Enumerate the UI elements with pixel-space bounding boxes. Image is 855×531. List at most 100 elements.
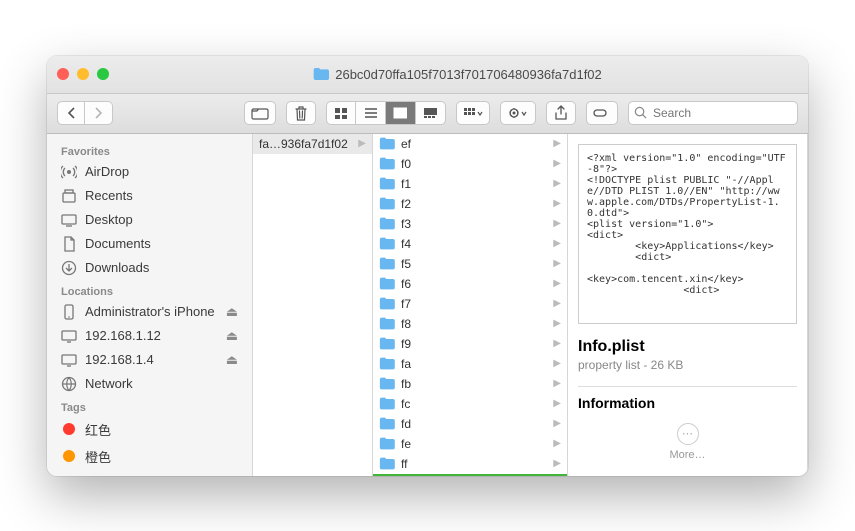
list-item[interactable]: fa ▶ — [373, 354, 567, 374]
more-block[interactable]: ⋯ More… — [578, 423, 797, 461]
list-item[interactable]: ef▶ — [373, 134, 567, 154]
sidebar-item[interactable]: Desktop — [47, 208, 252, 232]
phone-icon — [61, 304, 77, 320]
chevron-right-icon: ▶ — [553, 178, 561, 189]
view-column-button[interactable] — [386, 101, 416, 125]
list-item[interactable]: f1▶ — [373, 174, 567, 194]
chevron-right-icon: ▶ — [553, 278, 561, 289]
downloads-icon — [61, 260, 77, 276]
nav-group — [57, 101, 113, 125]
item-label: f5 — [401, 257, 411, 271]
list-item[interactable]: f5 ▶ — [373, 254, 567, 274]
sidebar-item[interactable]: Recents — [47, 184, 252, 208]
zoom-button[interactable] — [97, 68, 109, 80]
sidebar-item[interactable]: Documents — [47, 232, 252, 256]
eject-icon[interactable]: ⏏ — [226, 304, 238, 320]
desktop-icon — [61, 212, 77, 228]
item-label: f3 — [401, 217, 411, 231]
eject-icon[interactable]: ⏏ — [226, 328, 238, 344]
chevron-right-icon: ▶ — [553, 338, 561, 349]
chevron-right-icon: ▶ — [553, 398, 561, 409]
sidebar-item[interactable]: Network — [47, 372, 252, 396]
sidebar-item-label: Recents — [85, 188, 133, 203]
folder-icon — [379, 197, 395, 210]
folder-icon — [379, 257, 395, 270]
finder-window: 26bc0d70ffa105f7013f701706480936fa7d1f02… — [47, 56, 808, 476]
eject-icon[interactable]: ⏏ — [226, 352, 238, 368]
list-item[interactable]: f3 ▶ — [373, 214, 567, 234]
chevron-right-icon: ▶ — [553, 358, 561, 369]
list-item[interactable]: f6 ▶ — [373, 274, 567, 294]
display-icon — [61, 352, 77, 368]
chevron-right-icon: ▶ — [553, 258, 561, 269]
item-label: f6 — [401, 277, 411, 291]
sidebar-item-label: Documents — [85, 236, 151, 251]
list-item[interactable]: f8▶ — [373, 314, 567, 334]
more-icon: ⋯ — [677, 423, 699, 445]
item-label: fd — [401, 417, 411, 431]
list-item[interactable]: fd▶ — [373, 414, 567, 434]
sidebar-item[interactable]: 红色 — [47, 416, 252, 443]
folder-icon — [379, 437, 395, 450]
minimize-button[interactable] — [77, 68, 89, 80]
close-button[interactable] — [57, 68, 69, 80]
trash-button[interactable] — [286, 101, 316, 125]
folder-icon — [379, 237, 395, 250]
body: FavoritesAirDropRecentsDesktopDocumentsD… — [47, 134, 808, 476]
list-item[interactable]: fe▶ — [373, 434, 567, 454]
forward-button[interactable] — [85, 101, 113, 125]
column-1: fa…936fa7d1f02 ▶ — [253, 134, 373, 476]
folder-icon — [379, 417, 395, 430]
sidebar-item[interactable]: 橙色 — [47, 443, 252, 470]
search-input[interactable] — [628, 101, 798, 125]
list-item[interactable]: fc ▶ — [373, 394, 567, 414]
chevron-right-icon: ▶ — [553, 298, 561, 309]
preview-subtitle: property list - 26 KB — [578, 358, 797, 372]
sidebar-item[interactable]: Administrator's iPhone⏏ — [47, 300, 252, 324]
chevron-right-icon: ▶ — [553, 198, 561, 209]
window-title-text: 26bc0d70ffa105f7013f701706480936fa7d1f02 — [335, 67, 602, 82]
list-item[interactable]: f0▶ — [373, 154, 567, 174]
share-button[interactable] — [546, 101, 576, 125]
sidebar-header: Locations — [47, 280, 252, 300]
list-item[interactable]: fa…936fa7d1f02 ▶ — [253, 134, 372, 154]
item-label: fc — [401, 397, 410, 411]
folder-icon — [379, 377, 395, 390]
list-item[interactable]: fb▶ — [373, 374, 567, 394]
item-label: fa — [401, 357, 411, 371]
list-item[interactable]: f7 ▶ — [373, 294, 567, 314]
chevron-right-icon: ▶ — [553, 438, 561, 449]
preview-box: <?xml version="1.0" encoding="UTF-8"?> <… — [578, 144, 797, 324]
list-item[interactable]: f2▶ — [373, 194, 567, 214]
view-icon-button[interactable] — [326, 101, 356, 125]
list-item[interactable]: Info.plist — [373, 474, 567, 476]
view-list-button[interactable] — [356, 101, 386, 125]
item-label: f7 — [401, 297, 411, 311]
sidebar-item[interactable]: 192.168.1.4⏏ — [47, 348, 252, 372]
sidebar-item[interactable]: AirDrop — [47, 160, 252, 184]
back-button[interactable] — [57, 101, 85, 125]
sidebar-item[interactable]: 192.168.1.12⏏ — [47, 324, 252, 348]
folder-icon — [379, 277, 395, 290]
search-field[interactable] — [628, 101, 798, 125]
chevron-right-icon: ▶ — [553, 218, 561, 229]
action-button[interactable] — [500, 101, 536, 125]
sidebar-item[interactable]: Downloads — [47, 256, 252, 280]
list-item[interactable]: ff▶ — [373, 454, 567, 474]
chevron-right-icon: ▶ — [553, 318, 561, 329]
view-gallery-button[interactable] — [416, 101, 446, 125]
folder-icon — [379, 297, 395, 310]
column-2: ef▶f0▶f1▶f2▶f3▶f4▶f5▶f6▶f7▶f8▶f9▶fa▶fb▶f… — [373, 134, 568, 476]
tags-button[interactable] — [586, 101, 618, 125]
folder-icon — [379, 337, 395, 350]
new-folder-button[interactable] — [244, 101, 276, 125]
item-label: f4 — [401, 237, 411, 251]
arrange-button[interactable] — [456, 101, 490, 125]
window-title: 26bc0d70ffa105f7013f701706480936fa7d1f02 — [117, 67, 798, 82]
list-item[interactable]: f9▶ — [373, 334, 567, 354]
sidebar: FavoritesAirDropRecentsDesktopDocumentsD… — [47, 134, 253, 476]
info-header: Information — [578, 386, 797, 411]
chevron-right-icon: ▶ — [553, 378, 561, 389]
documents-icon — [61, 236, 77, 252]
list-item[interactable]: f4▶ — [373, 234, 567, 254]
